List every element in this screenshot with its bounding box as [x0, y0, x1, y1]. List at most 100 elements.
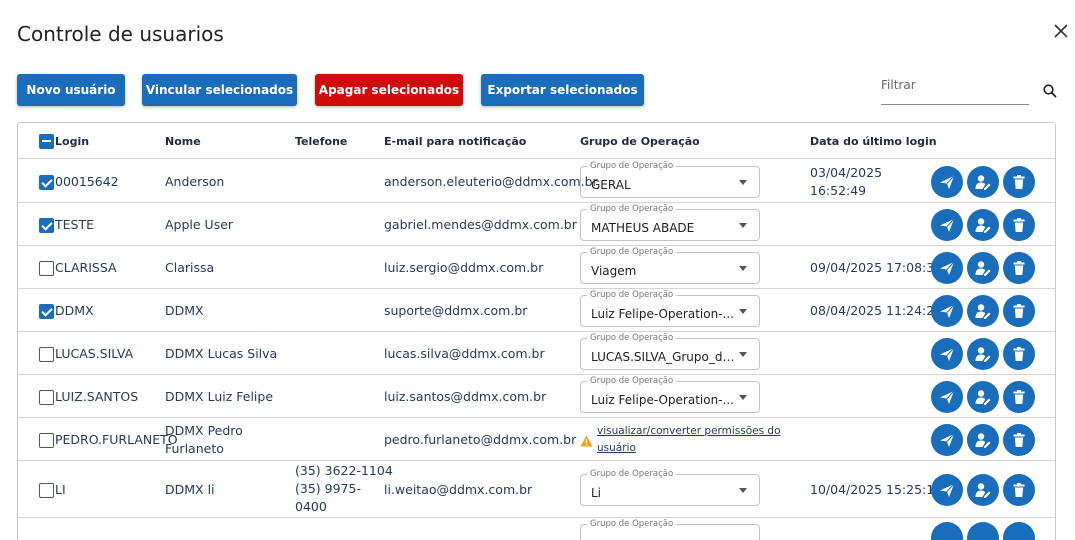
edit-user-button[interactable] — [967, 337, 999, 370]
close-icon[interactable] — [1052, 22, 1070, 40]
row-phone: (35) 9975- — [295, 481, 361, 496]
delete-button[interactable] — [1003, 337, 1035, 370]
user-edit-icon — [975, 389, 991, 405]
edit-user-button[interactable] — [967, 423, 999, 456]
row-last-login: 09/04/2025 17:08:35 — [810, 259, 943, 275]
row-login: LI — [55, 481, 66, 497]
row-checkbox[interactable] — [39, 432, 54, 448]
send-button[interactable] — [931, 522, 963, 540]
row-checkbox[interactable] — [39, 346, 54, 362]
row-checkbox[interactable] — [39, 482, 54, 498]
group-select[interactable]: Grupo de Operação Luiz Felipe-Operation-.… — [580, 375, 760, 413]
trash-icon — [1013, 260, 1025, 275]
send-icon — [940, 218, 955, 232]
table-row: CLARISSA Clarissa luiz.sergio@ddmx.com.br G… — [18, 246, 1055, 289]
edit-user-button[interactable] — [967, 294, 999, 327]
send-button[interactable] — [931, 208, 963, 241]
select-all-checkbox[interactable] — [39, 134, 54, 149]
group-select-label: Grupo de Operação — [587, 203, 677, 214]
edit-user-button[interactable] — [967, 251, 999, 284]
row-login: CLARISSA — [55, 259, 117, 275]
filter-input[interactable] — [881, 78, 1021, 92]
trash-icon — [1013, 217, 1025, 232]
delete-button[interactable] — [1003, 294, 1035, 327]
trash-icon — [1013, 174, 1025, 189]
header-phone[interactable]: Telefone — [295, 135, 347, 148]
search-icon[interactable] — [1043, 84, 1057, 98]
delete-button[interactable] — [1003, 165, 1035, 198]
row-last-login: 03/04/2025 — [810, 164, 883, 180]
header-email[interactable]: E-mail para notificação — [384, 135, 526, 148]
group-select-label: Grupo de Operação — [587, 160, 677, 171]
table-row: LI DDMX li (35) 3622-1104 (35) 9975- 0400 li.… — [18, 461, 1055, 518]
edit-user-button[interactable] — [967, 208, 999, 241]
permissions-link[interactable]: visualizar/converter permissões do usuár… — [597, 423, 787, 457]
header-login[interactable]: Login — [55, 135, 89, 148]
link-selected-button[interactable]: Vincular selecionados — [142, 74, 297, 106]
trash-icon — [1013, 303, 1025, 318]
header-last-login[interactable]: Data do último login — [810, 135, 937, 148]
send-button[interactable] — [931, 165, 963, 198]
group-select-value: Luiz Felipe-Operation-... — [591, 306, 734, 321]
group-select[interactable]: Grupo de Operação Luiz Felipe-Operation-.… — [580, 289, 760, 327]
delete-button[interactable] — [1003, 380, 1035, 413]
new-user-button[interactable]: Novo usuário — [17, 74, 125, 106]
row-checkbox[interactable] — [39, 260, 54, 276]
edit-user-button[interactable] — [967, 380, 999, 413]
edit-user-button[interactable] — [967, 165, 999, 198]
group-select[interactable]: Grupo de Operação LUCAS.SILVA_Grupo_de_..… — [580, 332, 760, 370]
edit-user-button[interactable] — [967, 522, 999, 540]
chevron-down-icon — [739, 222, 747, 228]
group-select[interactable]: Grupo de Operação GERAL — [580, 160, 760, 198]
row-phone: 0400 — [295, 499, 327, 514]
user-edit-icon — [975, 260, 991, 276]
header-group[interactable]: Grupo de Operação — [580, 135, 700, 148]
group-select-value: Viagem — [591, 263, 637, 278]
edit-user-button[interactable] — [967, 473, 999, 506]
header-name[interactable]: Nome — [165, 135, 201, 148]
row-last-login: 08/04/2025 11:24:20 — [810, 302, 943, 318]
row-email: lucas.silva@ddmx.com.br — [384, 345, 545, 361]
group-select-label: Grupo de Operação — [587, 246, 677, 257]
row-checkbox[interactable] — [39, 389, 54, 405]
row-name-line2: Furlaneto — [165, 440, 224, 456]
permissions-link-text[interactable]: visualizar/converter permissões do usuár… — [597, 425, 781, 454]
send-button[interactable] — [931, 473, 963, 506]
row-name: DDMX — [165, 302, 204, 318]
row-checkbox[interactable] — [39, 174, 54, 190]
group-select-label: Grupo de Operação — [587, 289, 677, 300]
send-button[interactable] — [931, 337, 963, 370]
row-login: LUIZ.SANTOS — [55, 388, 139, 404]
group-select[interactable]: Grupo de Operação Li — [580, 468, 760, 506]
delete-button[interactable] — [1003, 473, 1035, 506]
group-select[interactable]: Grupo de Operação MATHEUS ABADE — [580, 203, 760, 241]
send-button[interactable] — [931, 423, 963, 456]
delete-button[interactable] — [1003, 208, 1035, 241]
delete-button[interactable] — [1003, 522, 1035, 540]
row-checkbox[interactable] — [39, 303, 54, 319]
trash-icon — [1013, 389, 1025, 404]
group-select[interactable]: Grupo de Operação Viagem — [580, 246, 760, 284]
row-name: Anderson — [165, 173, 225, 189]
row-checkbox[interactable] — [39, 217, 54, 233]
send-button[interactable] — [931, 294, 963, 327]
row-login: TESTE — [55, 216, 95, 232]
export-selected-button[interactable]: Exportar selecionados — [481, 74, 644, 106]
row-email: gabriel.mendes@ddmx.com.br — [384, 216, 577, 232]
user-edit-icon — [975, 303, 991, 319]
row-login: PEDRO.FURLANETO — [55, 431, 178, 447]
table-row: LUCAS.SILVA DDMX Lucas Silva lucas.silva@d… — [18, 332, 1055, 375]
delete-selected-button[interactable]: Apagar selecionados — [315, 74, 463, 106]
group-select-value: Luiz Felipe-Operation-... — [591, 392, 734, 407]
filter-field[interactable] — [881, 74, 1029, 105]
group-select[interactable]: Grupo de Operação — [580, 519, 760, 540]
delete-button[interactable] — [1003, 423, 1035, 456]
send-icon — [940, 347, 955, 361]
delete-button[interactable] — [1003, 251, 1035, 284]
send-button[interactable] — [931, 380, 963, 413]
user-edit-icon — [975, 432, 991, 448]
user-edit-icon — [975, 482, 991, 498]
send-button[interactable] — [931, 251, 963, 284]
send-icon — [940, 433, 955, 447]
table-header: Login Nome Telefone E-mail para notifica… — [18, 123, 1055, 159]
